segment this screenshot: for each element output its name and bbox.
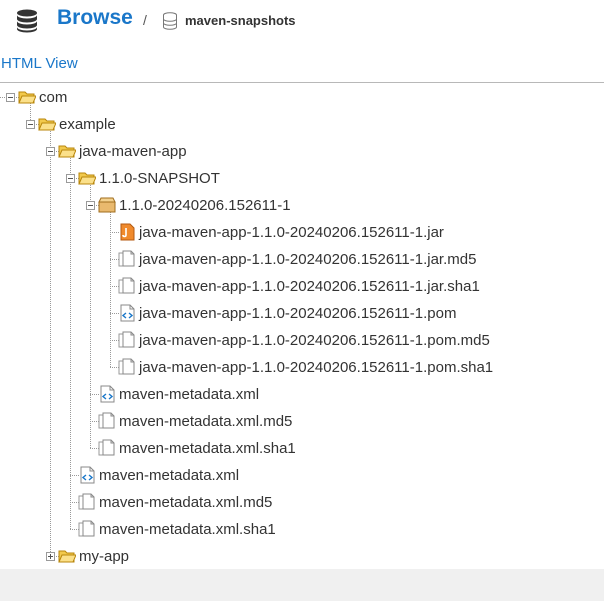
folder-icon	[78, 169, 96, 187]
tree-node-label: java-maven-app-1.1.0-20240206.152611-1.p…	[139, 331, 490, 349]
collapse-toggle[interactable]	[86, 201, 95, 210]
file-icon	[118, 331, 136, 349]
tree-node-label: com	[39, 88, 68, 106]
tree-node-label: maven-metadata.xml	[119, 385, 260, 403]
tree-node-label: java-maven-app-1.1.0-20240206.152611-1.p…	[139, 358, 494, 376]
breadcrumb-separator: /	[143, 12, 147, 28]
tree-node-label: my-app	[79, 547, 130, 565]
database-icon	[17, 9, 37, 33]
file-icon	[78, 520, 96, 538]
file-icon	[98, 412, 116, 430]
html-view-link[interactable]: HTML View	[1, 55, 78, 72]
tree-node[interactable]: example	[38, 114, 116, 134]
tree-node[interactable]: maven-metadata.xml	[98, 384, 259, 404]
browse-header: Browse / maven-snapshots	[0, 0, 604, 42]
file-icon	[118, 358, 136, 376]
file-icon	[78, 493, 96, 511]
browse-link[interactable]: Browse	[57, 6, 133, 30]
tree-node-label: java-maven-app-1.1.0-20240206.152611-1.j…	[139, 250, 477, 268]
folder-icon	[38, 115, 56, 133]
tree-node[interactable]: 1.1.0-20240206.152611-1	[98, 195, 291, 215]
tree-node[interactable]: java-maven-app-1.1.0-20240206.152611-1.j…	[118, 222, 444, 242]
tree-node[interactable]: maven-metadata.xml.md5	[78, 492, 272, 512]
tree-node[interactable]: java-maven-app-1.1.0-20240206.152611-1.p…	[118, 357, 493, 377]
folder-icon	[58, 547, 76, 565]
tree-node[interactable]: 1.1.0-SNAPSHOT	[78, 168, 220, 188]
tree-node[interactable]: maven-metadata.xml.sha1	[98, 438, 296, 458]
tree-node-label: java-maven-app	[79, 142, 187, 160]
tree-node[interactable]: java-maven-app-1.1.0-20240206.152611-1.p…	[118, 303, 456, 323]
tree-node-label: maven-metadata.xml.sha1	[99, 520, 276, 538]
tree-node[interactable]: java-maven-app	[58, 141, 187, 161]
tree-node[interactable]: my-app	[58, 546, 129, 566]
tree-connector	[50, 124, 51, 556]
tree-node-label: java-maven-app-1.1.0-20240206.152611-1.j…	[139, 277, 480, 295]
tree-node-label: java-maven-app-1.1.0-20240206.152611-1.p…	[139, 304, 457, 322]
tree-node-label: java-maven-app-1.1.0-20240206.152611-1.j…	[139, 223, 444, 241]
xml-file-icon	[78, 466, 96, 484]
file-icon	[118, 277, 136, 295]
tree-connector	[90, 178, 91, 448]
collapse-toggle[interactable]	[6, 93, 15, 102]
collapse-toggle[interactable]	[46, 147, 55, 156]
tree-node-label: example	[59, 115, 116, 133]
tree-node[interactable]: maven-metadata.xml.sha1	[78, 519, 276, 539]
tree-connector	[70, 151, 71, 529]
tree-node-label: maven-metadata.xml	[99, 466, 240, 484]
xml-file-icon	[118, 304, 136, 322]
file-icon	[118, 250, 136, 268]
tree-node[interactable]: java-maven-app-1.1.0-20240206.152611-1.p…	[118, 330, 490, 350]
tree-node[interactable]: maven-metadata.xml.md5	[98, 411, 292, 431]
tree-node[interactable]: maven-metadata.xml	[78, 465, 239, 485]
browse-panel: Browse / maven-snapshots HTML View com ex…	[0, 0, 604, 569]
collapse-toggle[interactable]	[66, 174, 75, 183]
folder-icon	[18, 88, 36, 106]
collapse-toggle[interactable]	[26, 120, 35, 129]
file-icon	[98, 439, 116, 457]
tree-node-label: 1.1.0-20240206.152611-1	[119, 196, 291, 214]
expand-toggle[interactable]	[46, 552, 55, 561]
tree-node-label: 1.1.0-SNAPSHOT	[99, 169, 220, 187]
divider	[0, 82, 604, 83]
tree-node-label: maven-metadata.xml.md5	[119, 412, 293, 430]
tree-node[interactable]: com	[18, 87, 67, 107]
jar-file-icon	[118, 223, 136, 241]
repository-tree: com example java-maven-app 1.1.0-SNAPSHOT 1.…	[0, 84, 604, 569]
repository-name: maven-snapshots	[185, 13, 296, 28]
xml-file-icon	[98, 385, 116, 403]
component-icon	[98, 196, 116, 214]
tree-node[interactable]: java-maven-app-1.1.0-20240206.152611-1.j…	[118, 276, 480, 296]
tree-node[interactable]: java-maven-app-1.1.0-20240206.152611-1.j…	[118, 249, 476, 269]
tree-node-label: maven-metadata.xml.sha1	[119, 439, 296, 457]
tree-node-label: maven-metadata.xml.md5	[99, 493, 273, 511]
folder-icon	[58, 142, 76, 160]
repository-icon	[163, 12, 177, 30]
